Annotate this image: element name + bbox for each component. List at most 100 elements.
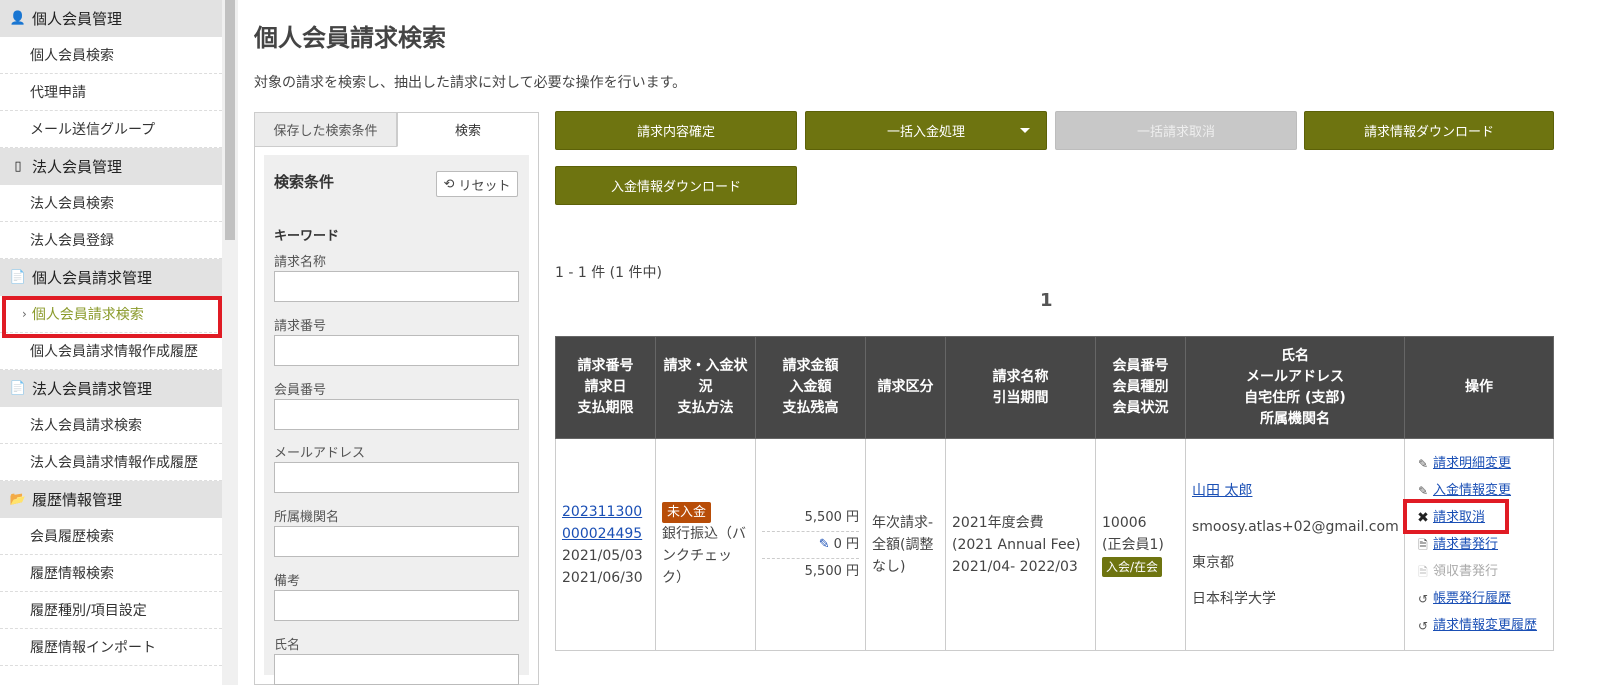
billing-name: 2021年度会費 bbox=[952, 514, 1044, 531]
op-issue-receipt: 🗎 領収書発行 bbox=[1415, 558, 1547, 585]
result-count: 1 - 1 件 (1 件中) bbox=[555, 265, 662, 281]
member-number: 10006 bbox=[1102, 514, 1147, 531]
download-payment-button[interactable]: 入金情報ダウンロード bbox=[555, 166, 797, 205]
sidebar-section-corporate-member[interactable]: ▯ 法人会員管理 bbox=[0, 148, 222, 185]
page-description: 対象の請求を検索し、抽出した請求に対して必要な操作を行います。 bbox=[254, 75, 687, 91]
col-header-status: 請求・入金状況支払方法 bbox=[655, 336, 756, 439]
sidebar-section-personal-member[interactable]: 👤 個人会員管理 bbox=[0, 0, 222, 37]
sidebar-section-label: 個人会員管理 bbox=[32, 10, 123, 28]
member-status-badge: 入会/在会 bbox=[1102, 556, 1163, 577]
confirm-billing-button[interactable]: 請求内容確定 bbox=[555, 111, 797, 150]
search-panel: 検索条件 ⟲ リセット キーワード 請求名称 請求番号 会員番号 メールアドレス … bbox=[254, 146, 539, 685]
remarks-field: 備考 bbox=[274, 570, 519, 621]
cell-operations: ✎ 請求明細変更 ✎ 入金情報変更 ✖ 請求取消 🗎 請求書発行 🗎 領収書発行 ↺ 帳票発… bbox=[1404, 438, 1554, 651]
sidebar-item-history-search[interactable]: 履歴情報検索 bbox=[0, 555, 222, 592]
full-name-input[interactable] bbox=[274, 654, 519, 685]
member-type: (正会員1) bbox=[1102, 536, 1164, 553]
sidebar-section-label: 法人会員管理 bbox=[32, 158, 123, 176]
remarks-input[interactable] bbox=[274, 590, 519, 621]
payment-method: 銀行振込（バンクチェック） bbox=[662, 525, 746, 586]
balance-amount: 5,500 円 bbox=[804, 563, 859, 579]
op-document-history[interactable]: ↺ 帳票発行履歴 bbox=[1415, 585, 1547, 612]
field-label: 会員番号 bbox=[274, 383, 327, 398]
op-change-history[interactable]: ↺ 請求情報変更履歴 bbox=[1415, 612, 1547, 639]
sidebar-section-corporate-billing[interactable]: 📄 法人会員請求管理 bbox=[0, 370, 222, 407]
person-address: 東京都 bbox=[1192, 554, 1234, 571]
pagination-current[interactable]: 1 bbox=[1040, 290, 1053, 311]
sidebar-section-personal-billing[interactable]: 📄 個人会員請求管理 bbox=[0, 259, 222, 296]
bulk-payment-button[interactable]: 一括入金処理 bbox=[805, 111, 1047, 150]
sidebar-item-personal-search[interactable]: 個人会員検索 bbox=[0, 37, 222, 74]
cell-billing-no: 202311300 000024495 2021/05/03 2021/06/30 bbox=[555, 438, 656, 651]
billing-number-link[interactable]: 202311300 000024495 bbox=[562, 504, 642, 542]
search-condition-title: 検索条件 bbox=[274, 173, 335, 191]
col-header-category: 請求区分 bbox=[865, 336, 946, 439]
tab-saved-conditions[interactable]: 保存した検索条件 bbox=[254, 112, 397, 147]
field-label: メールアドレス bbox=[274, 446, 366, 461]
sidebar-item-corporate-register[interactable]: 法人会員登録 bbox=[0, 222, 222, 259]
paid-amount: 0 円 bbox=[833, 536, 859, 552]
field-label: 備考 bbox=[274, 574, 301, 589]
col-header-amount: 請求金額 入金額 支払残高 bbox=[755, 336, 866, 439]
cell-status: 未入金 銀行振込（バンクチェック） bbox=[655, 438, 756, 651]
cell-category: 年次請求-全額(調整なし) bbox=[865, 438, 946, 651]
col-header-billing-no: 請求番号 請求日 支払期限 bbox=[555, 336, 656, 439]
sidebar-item-corporate-billing-search[interactable]: 法人会員請求検索 bbox=[0, 407, 222, 444]
building-icon: ▯ bbox=[14, 159, 22, 174]
sidebar-item-history-import[interactable]: 履歴情報インポート bbox=[0, 629, 222, 666]
cell-amount: 5,500 円 ✎ 0 円 5,500 円 bbox=[755, 438, 866, 651]
billing-name-input[interactable] bbox=[274, 271, 519, 302]
document-icon: 📄 bbox=[9, 270, 27, 285]
history-icon: ↺ bbox=[1417, 618, 1429, 633]
billing-name-field: 請求名称 bbox=[274, 251, 519, 302]
sidebar-item-proxy-application[interactable]: 代理申請 bbox=[0, 74, 222, 111]
due-date: 2021/06/30 bbox=[562, 569, 643, 586]
op-edit-billing-detail[interactable]: ✎ 請求明細変更 bbox=[1415, 450, 1547, 477]
bulk-cancel-button[interactable]: 一括請求取消 bbox=[1055, 111, 1297, 150]
field-label: 請求番号 bbox=[274, 319, 327, 334]
person-email: smoosy.atlas+02@gmail.com bbox=[1192, 518, 1399, 535]
folder-icon: 📂 bbox=[9, 492, 27, 507]
pencil-icon: ✎ bbox=[1417, 456, 1429, 471]
full-name-field: 氏名 bbox=[274, 634, 519, 685]
sidebar-item-member-history-search[interactable]: 会員履歴検索 bbox=[0, 518, 222, 555]
member-number-input[interactable] bbox=[274, 399, 519, 430]
person-name-link[interactable]: 山田 太郎 bbox=[1192, 483, 1252, 499]
sidebar-section-label: 履歴情報管理 bbox=[32, 491, 123, 509]
person-icon: 👤 bbox=[9, 11, 27, 26]
cell-member: 10006 (正会員1) 入会/在会 bbox=[1095, 438, 1186, 651]
download-billing-button[interactable]: 請求情報ダウンロード bbox=[1304, 111, 1554, 150]
pencil-icon[interactable]: ✎ bbox=[819, 537, 830, 552]
billing-number-field: 請求番号 bbox=[274, 315, 519, 366]
sidebar-scrollbar[interactable] bbox=[222, 0, 238, 685]
billing-name-en: (2021 Annual Fee) bbox=[952, 536, 1081, 553]
organization-input[interactable] bbox=[274, 526, 519, 557]
page-title: 個人会員請求検索 bbox=[254, 24, 446, 52]
scrollbar-thumb[interactable] bbox=[225, 0, 235, 240]
sidebar-item-mail-group[interactable]: メール送信グループ bbox=[0, 111, 222, 148]
sidebar-section-history[interactable]: 📂 履歴情報管理 bbox=[0, 481, 222, 518]
file-icon: 🗎 bbox=[1418, 564, 1428, 579]
billing-amount: 5,500 円 bbox=[762, 505, 859, 532]
email-input[interactable] bbox=[274, 462, 519, 493]
billing-period: 2021/04- 2022/03 bbox=[952, 558, 1078, 575]
billing-number-input[interactable] bbox=[274, 335, 519, 366]
caret-down-icon bbox=[1020, 128, 1030, 133]
paid-amount-row: ✎ 0 円 bbox=[762, 532, 859, 559]
table-header-row: 請求番号 請求日 支払期限 請求・入金状況支払方法 請求金額 入金額 支払残高 請求区分… bbox=[555, 336, 1554, 439]
sidebar-item-personal-billing-history[interactable]: 個人会員請求情報作成履歴 bbox=[0, 333, 222, 370]
history-icon: ↺ bbox=[1417, 591, 1429, 606]
document-icon: 📄 bbox=[9, 381, 27, 396]
sidebar-item-corporate-search[interactable]: 法人会員検索 bbox=[0, 185, 222, 222]
file-icon: 🗎 bbox=[1418, 537, 1428, 552]
sidebar-item-history-type-settings[interactable]: 履歴種別/項目設定 bbox=[0, 592, 222, 629]
highlight-box bbox=[1403, 499, 1509, 534]
op-issue-invoice[interactable]: 🗎 請求書発行 bbox=[1415, 531, 1547, 558]
email-field: メールアドレス bbox=[274, 442, 519, 493]
sidebar-section-label: 法人会員請求管理 bbox=[32, 380, 153, 398]
sidebar: 👤 個人会員管理 個人会員検索 代理申請 メール送信グループ ▯ 法人会員管理 法人… bbox=[0, 0, 222, 685]
col-header-billing-name: 請求名称 引当期間 bbox=[945, 336, 1096, 439]
reset-button[interactable]: ⟲ リセット bbox=[436, 171, 518, 197]
sidebar-item-corporate-billing-history[interactable]: 法人会員請求情報作成履歴 bbox=[0, 444, 222, 481]
tab-search[interactable]: 検索 bbox=[397, 112, 539, 147]
